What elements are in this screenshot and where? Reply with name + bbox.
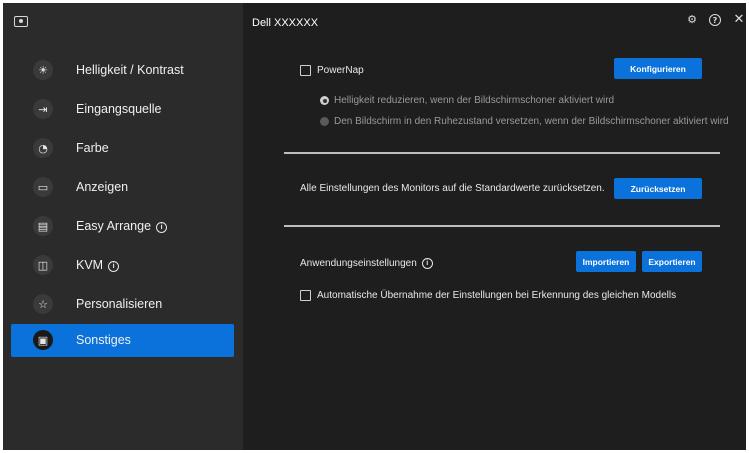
page-title: Dell XXXXXX [252, 17, 319, 29]
reset-button[interactable]: Zurücksetzen [614, 178, 702, 199]
palette-icon: ◔ [33, 138, 53, 158]
auto-apply-label: Automatische Übernahme der Einstellungen… [317, 290, 677, 301]
sidebar-item-label: Sonstiges [76, 333, 131, 347]
sidebar-item-kvm[interactable]: ◫ KVM i [11, 249, 234, 282]
sidebar-item-label: KVM i [76, 258, 120, 272]
app-settings-label: Anwendungseinstellungen i [300, 258, 433, 269]
sidebar-item-label: Helligkeit / Kontrast [76, 63, 184, 77]
info-icon[interactable]: i [108, 261, 120, 272]
sidebar-item-label: Eingangsquelle [76, 102, 162, 116]
kvm-icon: ◫ [33, 255, 53, 275]
sidebar-item-personalize[interactable]: ☆ Personalisieren [11, 288, 234, 321]
main-panel: Dell XXXXXX ⚙ ? ✕ PowerNap Konfigurieren… [243, 3, 746, 450]
input-source-icon: ⇥ [33, 99, 53, 119]
sidebar-item-label: Farbe [76, 141, 109, 155]
sidebar-item-text: KVM [76, 258, 104, 272]
divider [284, 152, 720, 154]
sidebar-item-display[interactable]: ▭ Anzeigen [11, 171, 234, 204]
app-settings-text: Anwendungseinstellungen [300, 258, 417, 269]
help-icon[interactable]: ? [709, 14, 721, 26]
info-icon[interactable]: i [156, 222, 168, 233]
reset-description: Alle Einstellungen des Monitors auf die … [300, 183, 605, 194]
sidebar-item-label: Easy Arrange i [76, 219, 168, 233]
info-icon[interactable]: i [421, 258, 433, 269]
sun-icon: ☀ [33, 60, 53, 80]
gear-icon[interactable]: ⚙ [685, 12, 699, 26]
others-icon: ▣ [33, 330, 53, 350]
sidebar-item-text: Easy Arrange [76, 219, 152, 233]
powernap-label: PowerNap [317, 65, 364, 76]
sidebar-item-label: Anzeigen [76, 180, 129, 194]
sidebar-item-color[interactable]: ◔ Farbe [11, 132, 234, 165]
powernap-checkbox[interactable] [300, 65, 311, 76]
powernap-option-sleep-radio[interactable] [320, 117, 329, 126]
configure-button[interactable]: Konfigurieren [614, 58, 702, 79]
layout-icon: ▤ [33, 216, 53, 236]
sidebar: ☀ Helligkeit / Kontrast ⇥ Eingangsquelle… [3, 3, 243, 450]
powernap-option-dim-radio[interactable] [320, 96, 329, 105]
powernap-option-dim-label: Helligkeit reduzieren, wenn der Bildschi… [334, 95, 615, 106]
monitor-icon: ▭ [33, 177, 53, 197]
star-icon: ☆ [33, 294, 53, 314]
powernap-option-sleep-label: Den Bildschirm in den Ruhezustand verset… [334, 116, 729, 127]
app-monitor-icon [14, 16, 28, 27]
sidebar-item-input-source[interactable]: ⇥ Eingangsquelle [11, 93, 234, 126]
app-window: ☀ Helligkeit / Kontrast ⇥ Eingangsquelle… [3, 3, 746, 450]
sidebar-item-brightness-contrast[interactable]: ☀ Helligkeit / Kontrast [11, 54, 234, 87]
sidebar-item-others[interactable]: ▣ Sonstiges [11, 324, 234, 357]
export-button[interactable]: Exportieren [642, 251, 702, 272]
close-icon[interactable]: ✕ [732, 12, 746, 27]
divider [284, 225, 720, 227]
auto-apply-checkbox[interactable] [300, 290, 311, 301]
sidebar-item-easy-arrange[interactable]: ▤ Easy Arrange i [11, 210, 234, 243]
import-button[interactable]: Importieren [576, 251, 636, 272]
sidebar-item-label: Personalisieren [76, 297, 163, 311]
